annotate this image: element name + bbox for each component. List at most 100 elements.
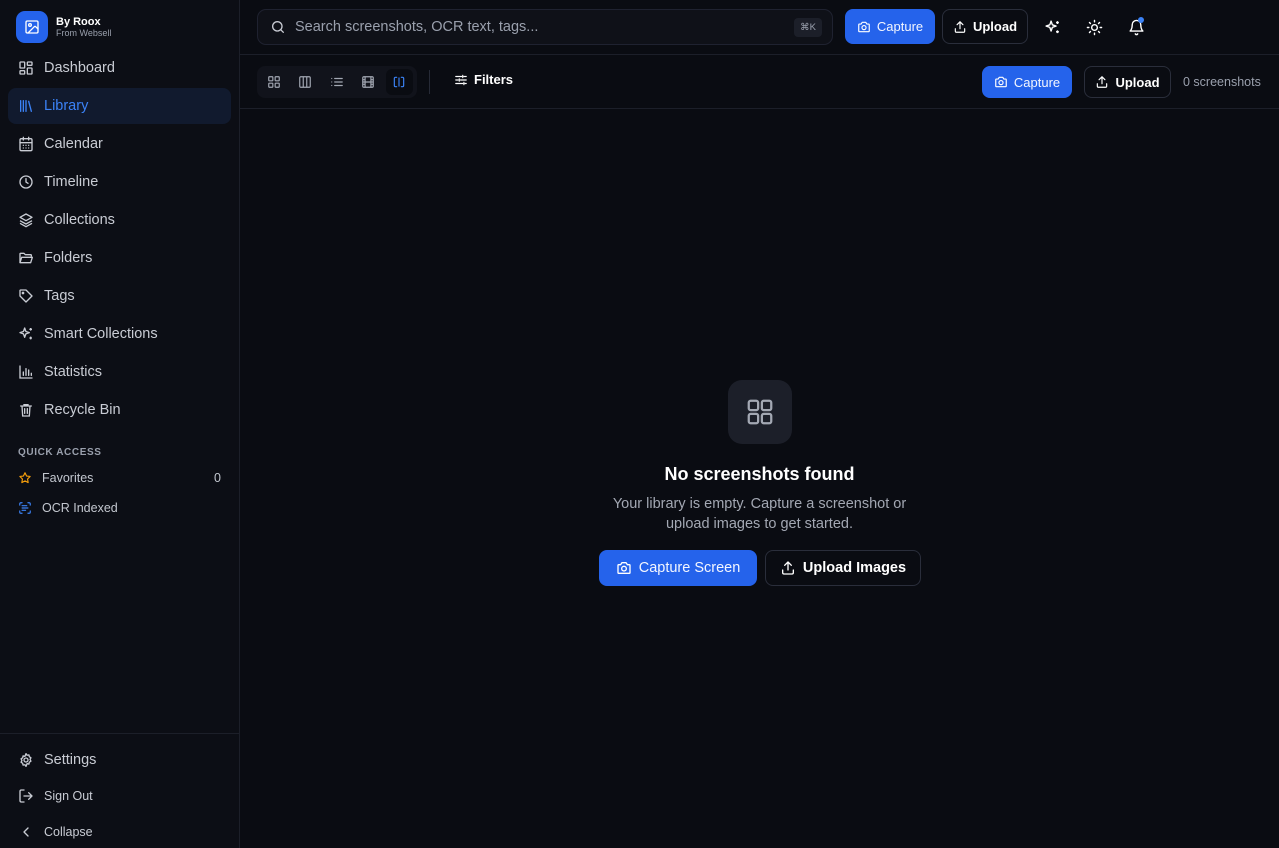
view-columns-button[interactable]	[291, 69, 318, 95]
upload-icon	[954, 20, 966, 33]
sidebar-item-label: Timeline	[44, 174, 99, 190]
dashboard-icon	[18, 60, 34, 76]
view-mode-group	[257, 66, 417, 98]
brand[interactable]: By Roox From Websell	[16, 11, 111, 43]
gear-icon	[18, 752, 34, 768]
view-split-button[interactable]	[385, 69, 414, 95]
notifications-button[interactable]	[1122, 13, 1150, 41]
sidebar-footer: Settings Sign Out Collapse	[0, 733, 239, 848]
view-list-button[interactable]	[323, 69, 350, 95]
sidebar-item-dashboard[interactable]: Dashboard	[8, 50, 231, 86]
layers-icon	[18, 212, 34, 228]
capture-screen-button[interactable]: Capture Screen	[599, 550, 757, 586]
quick-access-heading: QUICK ACCESS	[18, 447, 102, 458]
upload-images-label: Upload Images	[802, 560, 907, 576]
list-icon	[330, 77, 343, 87]
calendar-icon	[18, 136, 34, 152]
top-capture-button[interactable]: Capture	[845, 9, 935, 44]
filters-label: Filters	[474, 72, 514, 87]
sidebar-nav: Dashboard Library Calendar Timeline Coll…	[8, 50, 231, 430]
app-root: By Roox From Websell Dashboard Library C…	[0, 0, 1279, 848]
library-toolbar: Filters Capture Upload 0 screenshots	[240, 56, 1279, 109]
sidebar-item-calendar[interactable]: Calendar	[8, 126, 231, 162]
folder-icon	[18, 250, 34, 266]
theme-toggle-button[interactable]	[1080, 13, 1108, 41]
brand-subtitle: From Websell	[56, 28, 112, 38]
upload-images-button[interactable]: Upload Images	[765, 550, 921, 586]
sidebar-item-statistics[interactable]: Statistics	[8, 354, 231, 390]
brand-text: By Roox From Websell	[56, 16, 111, 38]
top-bar: ⌘K Capture Upload	[240, 0, 1279, 55]
film-icon	[362, 76, 374, 88]
toolbar-capture-label: Capture	[1013, 74, 1061, 90]
top-upload-label: Upload	[972, 19, 1018, 34]
sidebar-item-label: Recycle Bin	[44, 402, 121, 418]
quick-access-label: Favorites	[42, 471, 94, 485]
sun-icon	[1086, 19, 1102, 35]
ai-sparkles-button[interactable]	[1038, 13, 1066, 41]
scan-text-icon	[18, 501, 32, 515]
view-filmstrip-button[interactable]	[354, 69, 381, 95]
empty-state-title: No screenshots found	[664, 464, 855, 484]
sidebar-item-label: Folders	[44, 250, 93, 266]
collapse-button[interactable]: Collapse	[8, 814, 231, 848]
star-icon	[18, 471, 32, 485]
settings-label: Settings	[44, 752, 97, 768]
clock-icon	[18, 174, 34, 190]
toolbar-divider	[429, 70, 430, 94]
sidebar-item-label: Dashboard	[44, 60, 115, 76]
brand-name: By Roox	[56, 16, 101, 28]
upload-icon	[781, 561, 794, 575]
split-view-icon	[394, 76, 405, 88]
sign-out-label: Sign Out	[44, 789, 93, 803]
image-icon	[16, 11, 48, 43]
sidebar-item-label: Collections	[44, 212, 115, 228]
grid-icon	[727, 380, 792, 444]
chevron-left-icon	[18, 824, 34, 840]
sidebar-item-label: Smart Collections	[44, 326, 158, 342]
empty-state-description: Your library is empty. Capture a screens…	[612, 496, 907, 532]
top-capture-label: Capture	[876, 19, 924, 34]
trash-icon	[18, 402, 34, 418]
search-bar: ⌘K	[257, 9, 833, 45]
empty-state: No screenshots found Your library is emp…	[240, 380, 1279, 586]
camera-icon	[858, 21, 870, 32]
sidebar-item-smart-collections[interactable]: Smart Collections	[8, 316, 231, 352]
quick-access-favorites[interactable]: Favorites 0	[8, 463, 231, 493]
search-input[interactable]	[295, 19, 775, 35]
sidebar-item-label: Library	[44, 98, 89, 114]
sparkles-icon	[1044, 19, 1059, 33]
sidebar-item-library[interactable]: Library	[8, 88, 231, 124]
view-grid-button[interactable]	[260, 69, 287, 95]
camera-icon	[995, 76, 1007, 88]
notification-dot	[1138, 17, 1144, 23]
filters-button[interactable]: Filters	[454, 72, 513, 87]
screenshot-count: 0 screenshots	[1183, 75, 1261, 89]
sparkles-icon	[18, 326, 34, 342]
sidebar-item-collections[interactable]: Collections	[8, 202, 231, 238]
sidebar-item-tags[interactable]: Tags	[8, 278, 231, 314]
quick-access-ocr-indexed[interactable]: OCR Indexed	[8, 493, 231, 523]
quick-access-label: OCR Indexed	[42, 501, 118, 515]
tag-icon	[18, 288, 34, 304]
quick-access-list: Favorites 0 OCR Indexed	[8, 463, 231, 523]
sidebar-item-recycle-bin[interactable]: Recycle Bin	[8, 392, 231, 428]
columns-icon	[299, 76, 311, 88]
search-icon	[272, 21, 284, 33]
capture-screen-label: Capture Screen	[638, 560, 741, 576]
top-upload-button[interactable]: Upload	[942, 9, 1028, 44]
sidebar: By Roox From Websell Dashboard Library C…	[0, 0, 240, 848]
toolbar-upload-label: Upload	[1115, 74, 1160, 90]
sliders-icon	[455, 74, 467, 85]
main-content: ⌘K Capture Upload	[240, 0, 1279, 848]
settings-button[interactable]: Settings	[8, 742, 231, 778]
toolbar-capture-button[interactable]: Capture	[982, 66, 1072, 98]
sign-out-button[interactable]: Sign Out	[8, 778, 231, 814]
sidebar-item-folders[interactable]: Folders	[8, 240, 231, 276]
collapse-label: Collapse	[44, 825, 93, 839]
sidebar-item-timeline[interactable]: Timeline	[8, 164, 231, 200]
toolbar-upload-button[interactable]: Upload	[1084, 66, 1171, 98]
library-icon	[18, 98, 34, 114]
favorites-count: 0	[214, 471, 221, 485]
sign-out-icon	[18, 788, 34, 804]
